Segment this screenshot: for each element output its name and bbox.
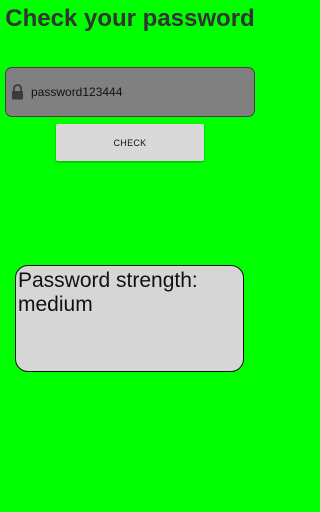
page-title: Check your password (5, 5, 255, 32)
password-strength-result: Password strength: medium (15, 265, 244, 372)
password-field-container[interactable] (5, 67, 255, 117)
password-input[interactable] (31, 85, 231, 99)
check-button[interactable]: CHECK (56, 124, 204, 161)
lock-icon (11, 84, 24, 100)
